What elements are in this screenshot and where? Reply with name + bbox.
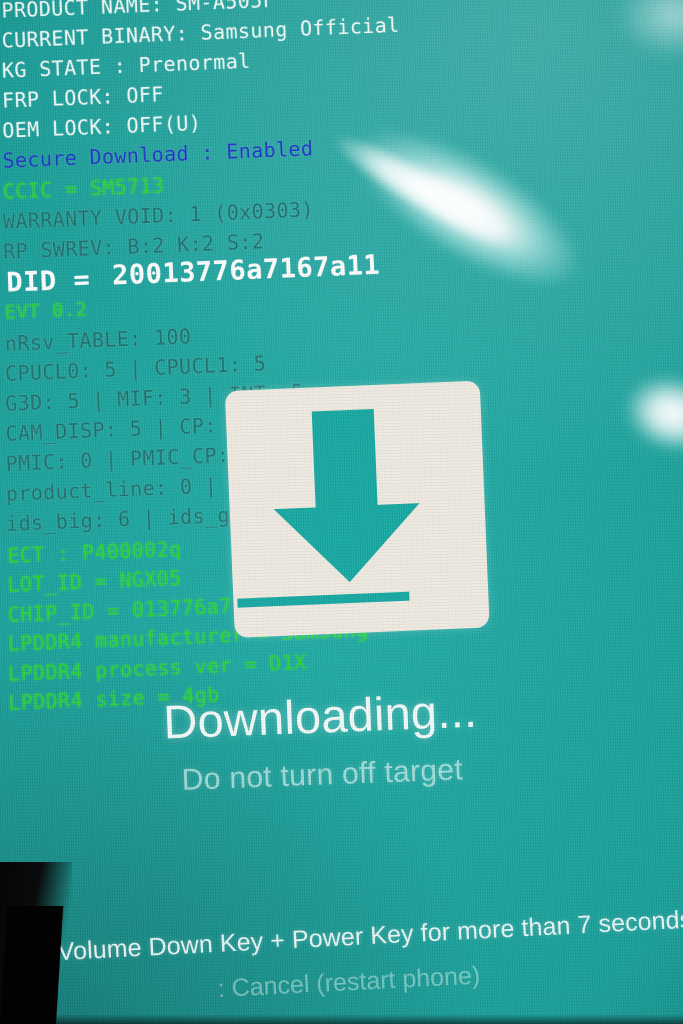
display-panel: DOWNLOAD SPEED: FAST PRODUCT NAME: SM-A5… — [0, 0, 683, 1024]
scanline-texture — [0, 0, 683, 1024]
bezel-left-edge — [0, 906, 64, 1024]
phone-screen: DOWNLOAD SPEED: FAST PRODUCT NAME: SM-A5… — [0, 0, 683, 1024]
bezel-bottom-edge — [0, 1014, 683, 1024]
